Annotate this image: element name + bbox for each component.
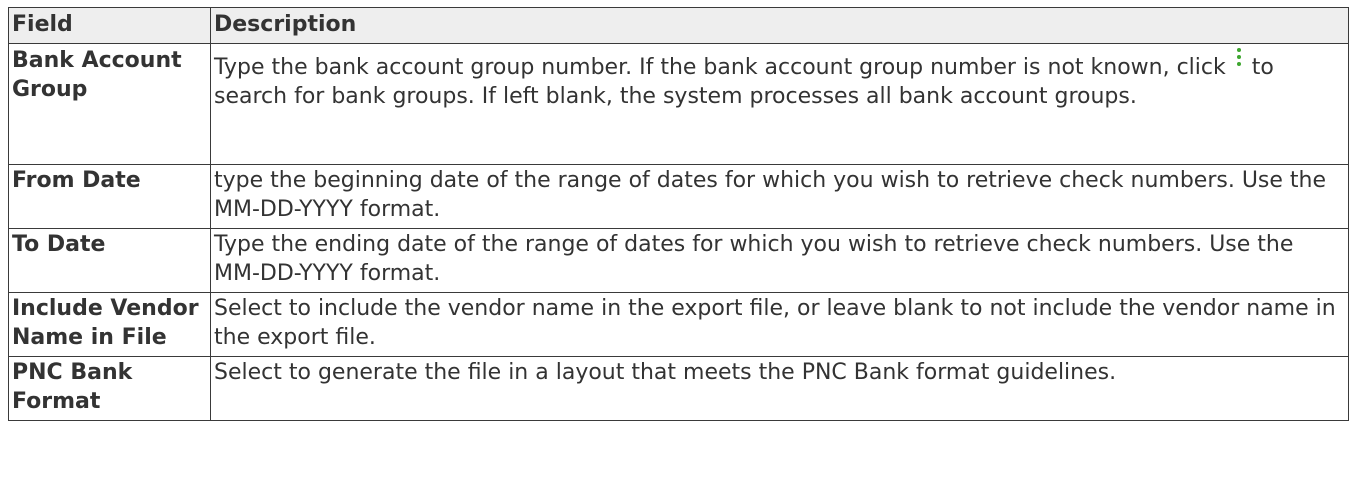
description-cell: type the beginning date of the range of … — [210, 164, 1349, 229]
table-row: PNC Bank Format Select to generate the f… — [8, 356, 1349, 421]
table-row: Bank Account Group Type the bank account… — [8, 43, 1349, 165]
table-row: From Date type the beginning date of the… — [8, 164, 1349, 229]
field-description-table: Field Description Bank Account Group Typ… — [8, 7, 1349, 421]
description-cell: Type the ending date of the range of dat… — [210, 228, 1349, 293]
table-header: Field Description — [8, 7, 1349, 44]
field-name-cell: From Date — [8, 164, 211, 229]
kebab-icon[interactable] — [1230, 46, 1248, 68]
header-row: Field Description — [8, 7, 1349, 44]
table-row: Include Vendor Name in File Select to in… — [8, 292, 1349, 357]
field-name-cell: Bank Account Group — [8, 43, 211, 165]
description-text-part: Type the bank account group number. If t… — [214, 55, 1226, 80]
table-row: To Date Type the ending date of the rang… — [8, 228, 1349, 293]
field-name-cell: Include Vendor Name in File — [8, 292, 211, 357]
field-name-cell: To Date — [8, 228, 211, 293]
field-name-cell: PNC Bank Format — [8, 356, 211, 421]
description-cell: Select to include the vendor name in the… — [210, 292, 1349, 357]
header-field: Field — [8, 7, 211, 44]
description-cell: Type the bank account group number. If t… — [210, 43, 1349, 165]
header-description: Description — [210, 7, 1349, 44]
description-cell: Select to generate the file in a layout … — [210, 356, 1349, 421]
